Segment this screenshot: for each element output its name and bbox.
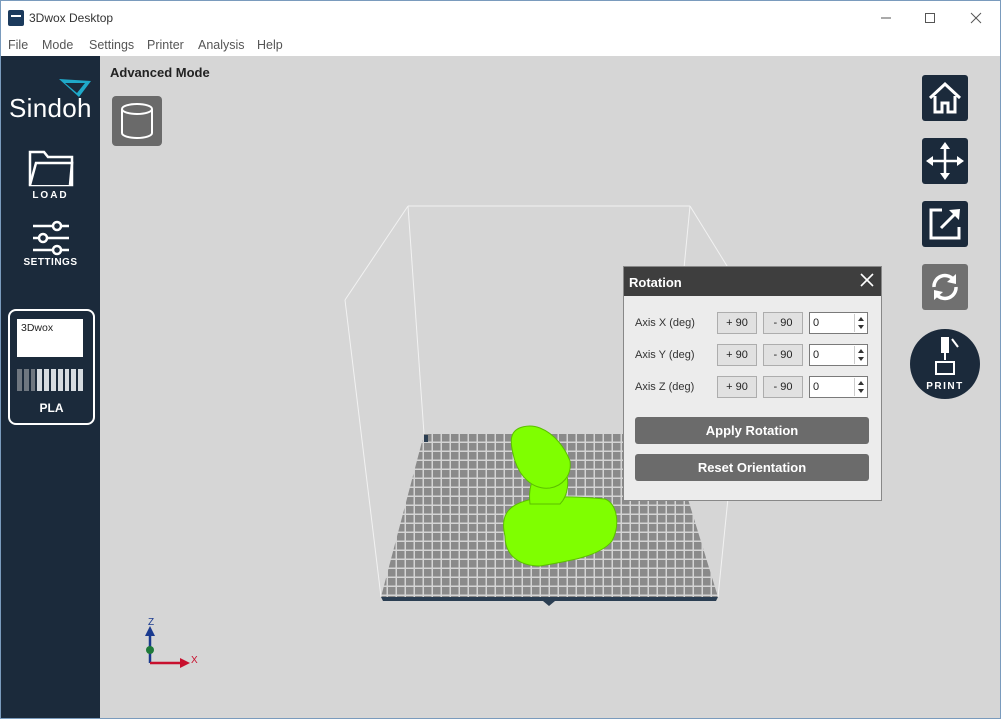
- rotation-dialog-close-button[interactable]: [859, 272, 875, 291]
- filament-segment: [23, 369, 29, 391]
- axis-y-value: 0: [813, 349, 820, 361]
- filament-segment: [71, 369, 77, 391]
- axis-x-label: X: [191, 655, 198, 666]
- print-label: PRINT: [926, 381, 964, 392]
- plate-corner-marker: [424, 435, 428, 442]
- sliders-icon: [32, 220, 69, 256]
- menu-file[interactable]: File: [8, 38, 28, 52]
- minimize-button[interactable]: [863, 1, 909, 34]
- axis-x-spinbox[interactable]: 0: [809, 312, 868, 334]
- axis-y-spinbox[interactable]: 0: [809, 344, 868, 366]
- sidebar: Sindoh LOAD SETTINGS 3Dwox PLA: [1, 56, 100, 718]
- move-icon: [926, 142, 964, 180]
- axis-x-label: Axis X (deg): [635, 317, 695, 329]
- logo-text: Sindoh: [9, 93, 92, 123]
- filament-segment: [44, 369, 49, 391]
- spin-arrows-icon[interactable]: [854, 346, 866, 364]
- move-button[interactable]: [922, 138, 968, 184]
- app-logo-icon: [8, 10, 24, 26]
- axis-z-label: Axis Z (deg): [635, 381, 695, 393]
- close-button[interactable]: [953, 1, 999, 34]
- spin-arrows-icon[interactable]: [854, 378, 866, 396]
- filament-segment: [17, 369, 22, 391]
- filament-segment: [78, 369, 83, 391]
- rotate-icon: [932, 273, 958, 301]
- axis-z-label: Z: [148, 617, 154, 628]
- maximize-icon: [925, 12, 935, 23]
- axis-z-spinbox[interactable]: 0: [809, 376, 868, 398]
- rotate-button[interactable]: [922, 264, 968, 310]
- printer-nozzle-icon: [935, 337, 959, 375]
- menu-help[interactable]: Help: [257, 38, 283, 52]
- app-window: 3Dwox Desktop File Mode Settings Printer…: [0, 0, 1001, 719]
- close-icon: [970, 12, 982, 23]
- menu-bar: File Mode Settings Printer Analysis Help: [1, 34, 1000, 56]
- print-button[interactable]: PRINT: [910, 329, 980, 399]
- printer-name: 3Dwox: [21, 322, 54, 334]
- spin-arrows-icon[interactable]: [854, 314, 866, 332]
- menu-settings[interactable]: Settings: [89, 38, 134, 52]
- axis-z-value: 0: [813, 381, 820, 393]
- material-name: PLA: [39, 401, 64, 415]
- load-label: LOAD: [32, 190, 69, 201]
- close-icon: [860, 273, 874, 287]
- menu-printer[interactable]: Printer: [147, 38, 184, 52]
- apply-rotation-button[interactable]: Apply Rotation: [635, 417, 869, 444]
- menu-analysis[interactable]: Analysis: [198, 38, 245, 52]
- sindoh-logo: Sindoh: [9, 79, 93, 123]
- home-icon: [928, 81, 962, 114]
- scale-button[interactable]: [922, 201, 968, 247]
- home-view-button[interactable]: [922, 75, 968, 121]
- settings-label: SETTINGS: [23, 257, 78, 268]
- axis-gizmo: Z X: [145, 617, 198, 668]
- axis-z-minus-90-button[interactable]: - 90: [763, 376, 803, 398]
- filament-segment: [57, 369, 63, 391]
- maximize-button[interactable]: [907, 1, 953, 34]
- axis-x-plus-90-button[interactable]: + 90: [717, 312, 757, 334]
- filament-segment: [50, 369, 56, 391]
- window-title: 3Dwox Desktop: [29, 11, 114, 25]
- material-card[interactable]: 3Dwox PLA: [8, 309, 95, 425]
- axis-y-label: Axis Y (deg): [635, 349, 695, 361]
- filament-segment: [30, 369, 36, 391]
- axis-y-plus-90-button[interactable]: + 90: [717, 344, 757, 366]
- axis-y-minus-90-button[interactable]: - 90: [763, 344, 803, 366]
- scale-icon: [929, 208, 961, 240]
- rotation-dialog: Rotation Axis X (deg) + 90 - 90 0 Axis Y…: [623, 266, 882, 501]
- axis-x-minus-90-button[interactable]: - 90: [763, 312, 803, 334]
- axis-x-value: 0: [813, 317, 820, 329]
- minimize-icon: [881, 17, 891, 18]
- rotation-dialog-title: Rotation: [629, 275, 682, 290]
- title-bar: 3Dwox Desktop: [1, 1, 1000, 34]
- settings-button[interactable]: SETTINGS: [1, 219, 100, 268]
- plate-marker-icon: [543, 601, 555, 606]
- load-button[interactable]: LOAD: [1, 146, 100, 201]
- filament-segment: [37, 369, 43, 391]
- folder-icon: [28, 150, 73, 187]
- printer-name-box: 3Dwox: [17, 319, 83, 357]
- axis-z-plus-90-button[interactable]: + 90: [717, 376, 757, 398]
- build-plate-edge: [381, 597, 718, 601]
- filament-segment: [64, 369, 70, 391]
- filament-level-bar: [17, 369, 83, 391]
- reset-orientation-button[interactable]: Reset Orientation: [635, 454, 869, 481]
- menu-mode[interactable]: Mode: [42, 38, 73, 52]
- rotation-dialog-header: Rotation: [624, 267, 881, 296]
